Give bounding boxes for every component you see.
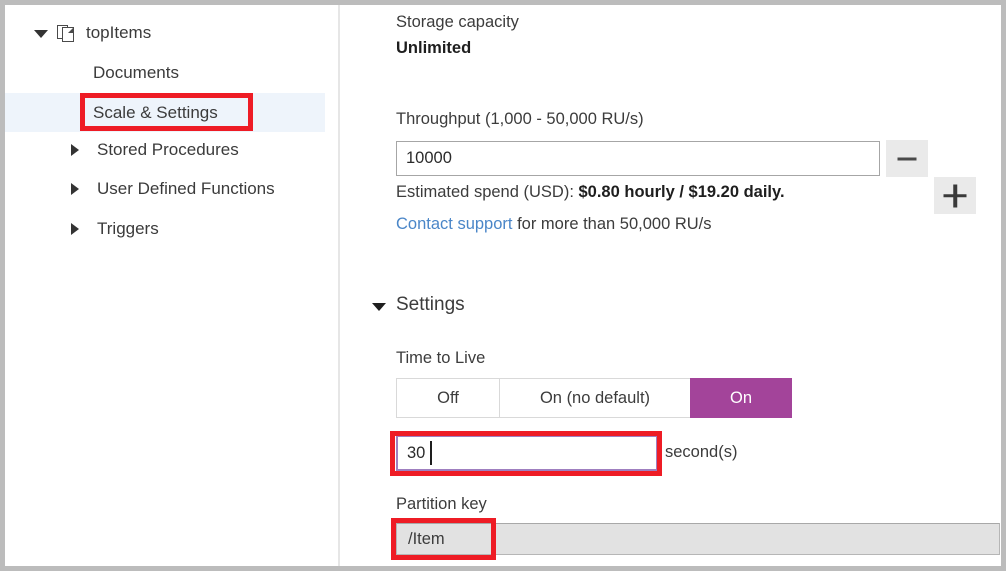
tree-item-user-defined-functions[interactable]: User Defined Functions (67, 169, 275, 208)
chevron-right-icon[interactable] (67, 181, 83, 197)
throughput-increase-button[interactable] (934, 177, 976, 214)
tree-item-label: Documents (93, 63, 179, 83)
tree-item-label: Scale & Settings (93, 103, 218, 123)
panes: topItems Documents Scale & Settings Stor… (5, 5, 1001, 566)
tree-item-label: topItems (86, 23, 151, 43)
tree-item-label: Triggers (97, 219, 159, 239)
minus-icon (898, 157, 917, 160)
contact-support-line: Contact support for more than 50,000 RU/… (396, 215, 712, 234)
ttl-seconds-wrapper (396, 435, 658, 471)
throughput-input[interactable] (396, 141, 880, 176)
tree-item-topitems[interactable]: topItems (33, 13, 151, 52)
estimated-spend-line: Estimated spend (USD): $0.80 hourly / $1… (396, 183, 785, 202)
tree-item-stored-procedures[interactable]: Stored Procedures (67, 130, 239, 169)
tree-item-label: Stored Procedures (97, 140, 239, 160)
tree-item-scale-and-settings[interactable]: Scale & Settings (5, 93, 325, 132)
time-to-live-toggle-group: Off On (no default) On (396, 378, 792, 418)
contact-support-link[interactable]: Contact support (396, 215, 512, 233)
settings-section-title: Settings (396, 294, 465, 316)
throughput-decrease-button[interactable] (886, 140, 928, 177)
screenshot-root: topItems Documents Scale & Settings Stor… (0, 0, 1006, 571)
storage-capacity-value: Unlimited (396, 39, 471, 58)
ttl-option-on[interactable]: On (690, 378, 792, 418)
chevron-down-icon[interactable] (372, 303, 386, 311)
partition-key-input (396, 523, 1000, 555)
throughput-label: Throughput (1,000 - 50,000 RU/s) (396, 110, 644, 129)
ttl-seconds-unit-label: second(s) (665, 443, 737, 462)
ttl-seconds-input[interactable] (396, 435, 658, 471)
ttl-option-on-no-default[interactable]: On (no default) (499, 378, 691, 418)
chevron-right-icon[interactable] (67, 142, 83, 158)
estimated-spend-value: $0.80 hourly / $19.20 daily. (578, 183, 784, 201)
estimated-spend-prefix: Estimated spend (USD): (396, 183, 578, 201)
text-cursor (430, 441, 432, 465)
tree-item-triggers[interactable]: Triggers (67, 209, 159, 248)
tree-item-label: User Defined Functions (97, 179, 275, 199)
time-to-live-label: Time to Live (396, 349, 485, 368)
chevron-right-icon[interactable] (67, 221, 83, 237)
partition-key-label: Partition key (396, 495, 487, 514)
collection-icon (57, 23, 77, 43)
resource-tree-pane: topItems Documents Scale & Settings Stor… (5, 5, 340, 566)
scale-settings-pane: Storage capacity Unlimited Throughput (1… (340, 5, 1001, 566)
chevron-down-icon[interactable] (33, 25, 49, 41)
ttl-option-off[interactable]: Off (396, 378, 500, 418)
settings-section-header[interactable]: Settings (372, 295, 632, 321)
tree-item-documents[interactable]: Documents (93, 53, 179, 92)
storage-capacity-label: Storage capacity (396, 13, 519, 32)
contact-support-suffix: for more than 50,000 RU/s (512, 215, 711, 233)
